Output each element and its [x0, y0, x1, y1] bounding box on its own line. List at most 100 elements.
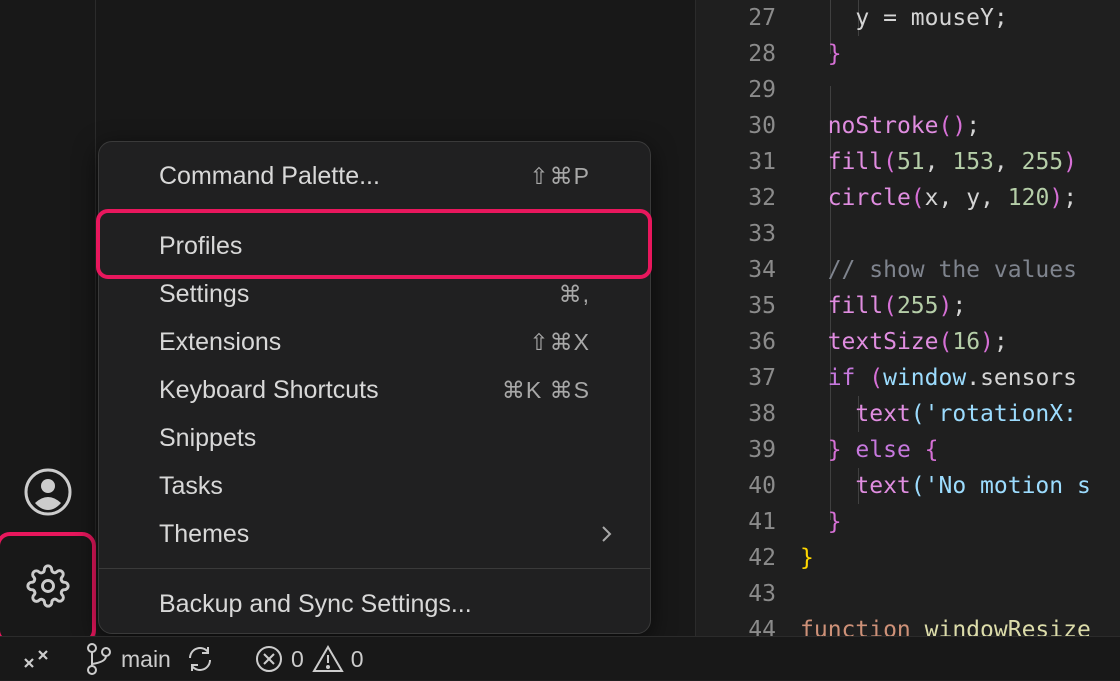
warning-count: 0	[350, 646, 364, 672]
menu-item-extensions[interactable]: Extensions ⇧⌘X	[99, 320, 650, 364]
line-number: 44	[748, 617, 776, 636]
menu-item-themes[interactable]: Themes	[99, 512, 650, 556]
line-number: 37	[748, 365, 776, 391]
code-line: 27 y = mouseY;	[696, 0, 1120, 36]
code-line: 41 }	[696, 504, 1120, 540]
menu-item-tasks[interactable]: Tasks	[99, 464, 650, 508]
menu-item-backup-and-sync-settings[interactable]: Backup and Sync Settings...	[99, 582, 650, 626]
line-code: function windowResize	[800, 612, 1091, 636]
code-line: 28 }	[696, 36, 1120, 72]
branch-status[interactable]: main	[84, 637, 215, 681]
code-token: )	[980, 329, 994, 355]
account-icon[interactable]	[0, 452, 96, 532]
menu-item-label: Themes	[159, 520, 250, 548]
code-token: fill	[827, 149, 884, 175]
warning-icon	[312, 645, 344, 672]
line-code: fill(255);	[800, 288, 967, 324]
code-token: 'No motion s	[924, 473, 1091, 499]
git-branch-icon	[87, 643, 111, 675]
code-token: // show the values	[827, 257, 1077, 283]
code-line: 44 function windowResize	[696, 612, 1120, 636]
line-number: 30	[748, 113, 776, 139]
line-number: 43	[748, 581, 776, 607]
line-code: } else {	[800, 432, 939, 468]
code-token: )	[938, 293, 953, 319]
code-token: }	[827, 437, 842, 463]
menu-item-snippets[interactable]: Snippets	[99, 416, 650, 460]
line-code: }	[800, 504, 842, 540]
line-number: 28	[748, 41, 776, 67]
line-number: 32	[748, 185, 776, 211]
code-token: text	[855, 473, 911, 499]
code-token: )	[1063, 149, 1078, 175]
code-token: (	[883, 293, 897, 319]
branch-name: main	[121, 646, 171, 672]
code-token: ;	[993, 5, 1008, 31]
menu-item-shortcut: ⌘,	[558, 281, 590, 307]
code-token: )	[1049, 185, 1064, 211]
code-token: =	[869, 5, 911, 31]
line-number: 39	[748, 437, 776, 463]
code-token: 120	[1007, 185, 1050, 211]
code-token: (	[938, 329, 953, 355]
code-editor[interactable]: 27 y = mouseY; 28 } 29 30 noStroke(); 31 fil…	[696, 0, 1120, 636]
line-number: 42	[748, 545, 776, 571]
menu-item-label: Command Palette...	[159, 162, 380, 190]
code-token: }	[827, 509, 842, 535]
code-token: ,	[924, 149, 953, 175]
code-line: 29	[696, 72, 1120, 108]
code-token: (	[910, 473, 925, 499]
chevron-right-icon	[602, 526, 612, 542]
code-token: noStroke	[827, 113, 939, 139]
code-line: 36 textSize(16);	[696, 324, 1120, 360]
code-line: 35 fill(255);	[696, 288, 1120, 324]
error-count: 0	[291, 646, 304, 672]
code-line: 33	[696, 216, 1120, 252]
code-line: 39 } else {	[696, 432, 1120, 468]
menu-item-profiles[interactable]: Profiles	[99, 224, 650, 268]
code-token: textSize	[827, 329, 939, 355]
line-number: 38	[748, 401, 776, 427]
line-code: y = mouseY;	[800, 0, 1008, 36]
line-number: 29	[748, 77, 776, 103]
problems-status[interactable]: 0 0	[254, 637, 364, 681]
menu-item-settings[interactable]: Settings ⌘,	[99, 272, 650, 316]
line-code: noStroke();	[800, 108, 980, 144]
line-number: 31	[748, 149, 776, 175]
code-token: ,	[993, 149, 1022, 175]
code-line: 38 text('rotationX:	[696, 396, 1120, 432]
menu-item-command-palette[interactable]: Command Palette... ⇧⌘P	[99, 154, 650, 198]
status-bar: main 0 0	[0, 636, 1120, 680]
menu-item-keyboard-shortcuts[interactable]: Keyboard Shortcuts ⌘K ⌘S	[99, 368, 650, 412]
error-icon	[256, 646, 282, 672]
code-line: 42}	[696, 540, 1120, 576]
menu-item-shortcut: ⌘K ⌘S	[501, 377, 590, 403]
gear-icon[interactable]	[0, 546, 96, 626]
line-code: }	[800, 540, 814, 576]
code-token: sensors	[980, 365, 1077, 391]
code-line: 34 // show the values	[696, 252, 1120, 288]
code-token: 'rotationX:	[924, 401, 1077, 427]
code-token: 153	[952, 149, 994, 175]
code-token: ;	[952, 293, 967, 319]
code-line: 43	[696, 576, 1120, 612]
code-line: 30 noStroke();	[696, 108, 1120, 144]
line-code: text('rotationX:	[800, 396, 1077, 432]
remote-icon[interactable]	[20, 637, 52, 681]
code-token: y	[966, 185, 981, 211]
code-token: else	[841, 437, 925, 463]
line-code: fill(51, 153, 255)	[800, 144, 1077, 180]
menu-item-label: Extensions	[159, 328, 282, 356]
code-token: {	[924, 437, 939, 463]
line-number: 40	[748, 473, 776, 499]
menu-item-label: Backup and Sync Settings...	[159, 590, 472, 618]
code-line: 40 text('No motion s	[696, 468, 1120, 504]
code-token: (	[855, 365, 884, 391]
